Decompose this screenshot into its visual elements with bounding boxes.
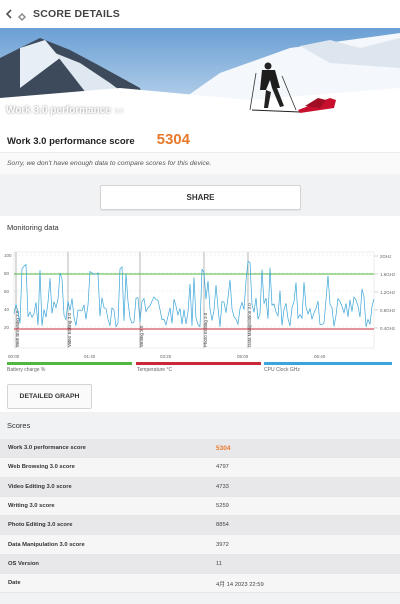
back-chevron-icon[interactable] <box>2 7 16 21</box>
legend-color-bar <box>264 362 392 365</box>
score-row-value: 4月 14 2023 22:59 <box>216 581 264 588</box>
score-row-value: 5259 <box>216 503 229 510</box>
y-right-tick-label: 0.8GHz <box>380 308 396 313</box>
score-row-name: Video Editing 3.0 score <box>8 483 72 490</box>
score-row-name: Date <box>8 580 21 587</box>
score-row: Work 3.0 performance score 5304 <box>0 439 400 459</box>
score-row-value: 3972 <box>216 541 229 548</box>
hero-banner: Work 3.0 performance 3.0 <box>0 28 400 122</box>
score-row: Writing 3.0 score 5259 <box>0 496 400 517</box>
score-row: Web Browsing 3.0 score 4797 <box>0 458 400 478</box>
y-right-tick-label: 0.4GHz <box>380 326 396 331</box>
score-row-name: OS Version <box>8 560 39 567</box>
page-title: SCORE DETAILS <box>33 8 120 20</box>
y-left-tick-label: 60 <box>4 289 10 294</box>
legend-label: Temperature °C <box>137 367 173 373</box>
score-row-name: Work 3.0 performance score <box>8 445 86 452</box>
segment-label: Writing 3.0 <box>139 325 144 347</box>
score-row-value: 5304 <box>216 444 231 452</box>
score-row: Photo Editing 3.0 score 8854 <box>0 516 400 536</box>
score-row: Date 4月 14 2023 22:59 <box>0 574 400 594</box>
x-tick-label: 01:40 <box>84 354 96 359</box>
score-row-value: 8854 <box>216 522 229 529</box>
segment-label: Video Editing 3.0 <box>67 313 72 347</box>
scores-table: Work 3.0 performance score 5304 Web Browsi… <box>0 439 400 594</box>
segment-label: Data Manipulation 3.0 <box>247 303 252 347</box>
y-left-tick-label: 20 <box>4 325 10 330</box>
app-logo-icon <box>17 9 27 21</box>
monitoring-panel: Monitoring data 100 80 60 40 20 2GHz 1.6GHz 1.2… <box>0 216 400 412</box>
y-left-tick-label: 40 <box>4 307 10 312</box>
legend-color-bar <box>7 362 132 365</box>
segment-label: Photo Editing 3.0 <box>203 312 208 347</box>
scores-title: Scores <box>7 421 31 430</box>
detailed-graph-button[interactable]: DETAILED GRAPH <box>7 384 92 409</box>
segment-label: Web Browsing 3.0 <box>15 310 20 347</box>
score-row: OS Version 11 <box>0 554 400 575</box>
y-left-tick-label: 100 <box>4 253 12 258</box>
legend-label: Battery charge % <box>7 367 46 373</box>
score-row-name: Writing 3.0 score <box>8 503 55 510</box>
y-left-tick-label: 80 <box>4 271 10 276</box>
score-row-name: Data Manipulation 3.0 score <box>8 541 85 548</box>
y-right-tick-label: 2GHz <box>380 254 392 259</box>
legend-color-bar <box>136 362 261 365</box>
y-right-tick-label: 1.2GHz <box>380 290 396 295</box>
share-button[interactable]: SHARE <box>100 185 301 210</box>
legend-label: CPU Clock GHz <box>264 367 300 373</box>
x-tick-label: 06:40 <box>314 354 326 359</box>
score-row-value: 11 <box>216 560 223 567</box>
score-row-name: Photo Editing 3.0 score <box>8 522 73 529</box>
score-value: 5304 <box>156 131 190 148</box>
score-label: Work 3.0 performance score <box>7 136 135 147</box>
score-row-value: 4733 <box>216 483 229 490</box>
monitoring-chart: 100 80 60 40 20 2GHz 1.6GHz 1.2GHz 0.8GHz 0.4GHz W… <box>4 251 396 359</box>
y-right-tick-label: 1.6GHz <box>380 272 396 277</box>
x-tick-label: 00:00 <box>8 354 20 359</box>
comparison-notice: Sorry, we don't have enough data to comp… <box>7 160 212 167</box>
score-row-value: 4797 <box>216 464 229 471</box>
x-tick-label: 05:00 <box>237 354 249 359</box>
score-row: Video Editing 3.0 score 4733 <box>0 477 400 497</box>
score-row-name: Web Browsing 3.0 score <box>8 464 75 471</box>
monitoring-title: Monitoring data <box>7 223 59 232</box>
hero-test-name: Work 3.0 performance 3.0 <box>6 105 124 116</box>
score-row: Data Manipulation 3.0 score 3972 <box>0 535 400 555</box>
x-tick-label: 03:20 <box>160 354 172 359</box>
top-bar: SCORE DETAILS <box>0 0 400 29</box>
